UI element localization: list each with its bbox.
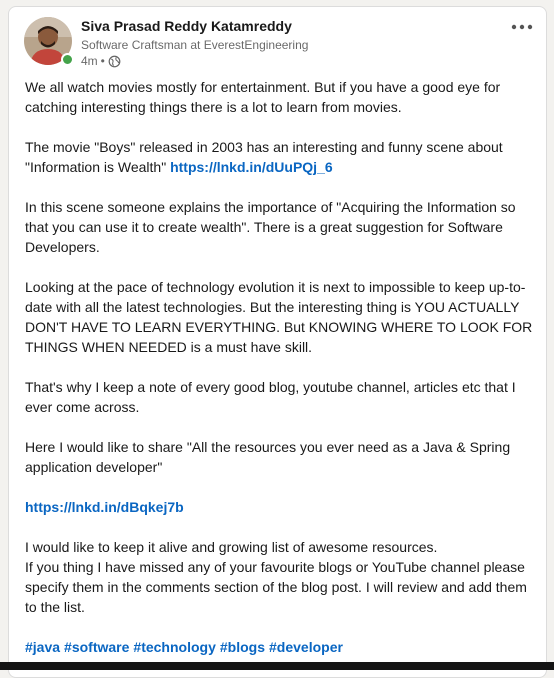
author-name[interactable]: Siva Prasad Reddy Katamreddy: [81, 18, 292, 34]
hashtag-list: #java #software #technology #blogs #develope…: [25, 637, 537, 657]
meta-separator: •: [100, 54, 105, 68]
post-body: We all watch movies mostly for entertain…: [25, 77, 537, 677]
post-time: 4m: [81, 54, 98, 68]
post-text: If you thing I have missed any of your f…: [25, 559, 527, 615]
more-options-button[interactable]: [506, 11, 538, 43]
post-paragraph: The movie "Boys" released in 2003 has an…: [25, 137, 537, 177]
post-paragraph: https://lnkd.in/dBqkej7b: [25, 497, 537, 517]
post-link[interactable]: https://lnkd.in/dUuPQj_6: [170, 159, 333, 175]
hashtag-link[interactable]: #blogs: [220, 639, 265, 655]
post-text: I would like to keep it alive and growin…: [25, 539, 438, 555]
post-meta: 4m •: [81, 54, 121, 68]
post-paragraph: Looking at the pace of technology evolut…: [25, 279, 533, 355]
post-paragraph: In this scene someone explains the impor…: [25, 199, 516, 255]
hashtag-link[interactable]: #software: [64, 639, 129, 655]
hashtag-link[interactable]: #technology: [133, 639, 215, 655]
post-paragraph: We all watch movies mostly for entertain…: [25, 79, 501, 115]
bottom-bar: [0, 662, 554, 670]
author-headline: Software Craftsman at EverestEngineering: [81, 38, 309, 52]
hashtag-link[interactable]: #developer: [269, 639, 343, 655]
post-link[interactable]: https://lnkd.in/dBqkej7b: [25, 499, 184, 515]
post-paragraph: That's why I keep a note of every good b…: [25, 379, 516, 415]
post-card: Siva Prasad Reddy Katamreddy Software Cr…: [8, 6, 547, 678]
globe-icon: [108, 55, 121, 68]
post-paragraph: Here I would like to share "All the reso…: [25, 439, 511, 475]
hashtag-link[interactable]: #java: [25, 639, 60, 655]
post-paragraph: I would like to keep it alive and growin…: [25, 537, 537, 617]
more-horizontal-icon: [511, 24, 533, 30]
online-status-dot: [61, 53, 74, 66]
